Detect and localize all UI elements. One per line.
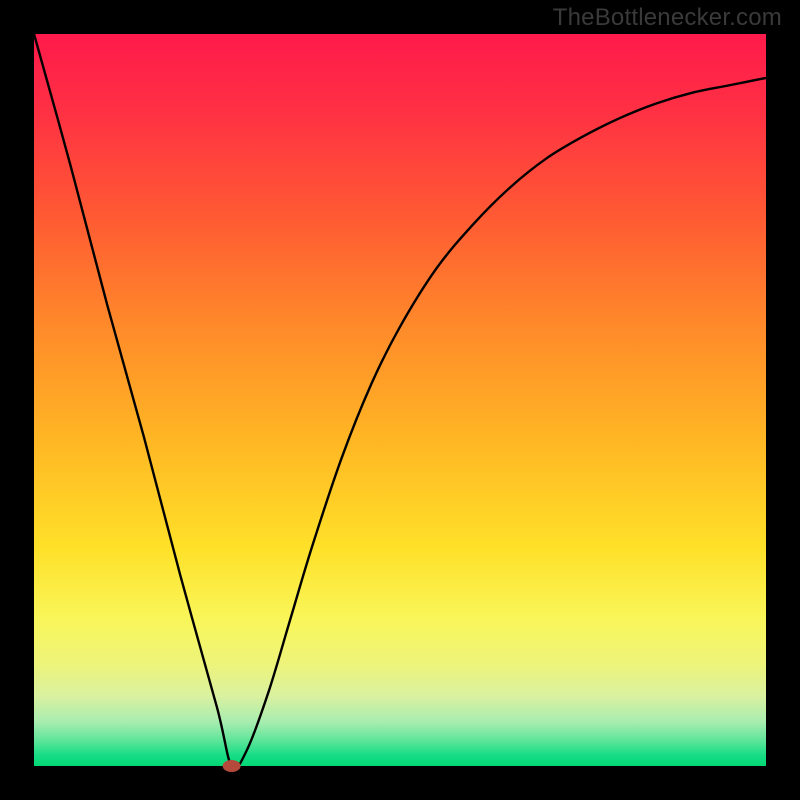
chart-frame: TheBottlenecker.com — [0, 0, 800, 800]
plot-background — [34, 34, 766, 766]
optimal-point-marker — [223, 760, 241, 772]
watermark-text: TheBottlenecker.com — [553, 4, 782, 32]
bottleneck-chart — [0, 0, 800, 800]
